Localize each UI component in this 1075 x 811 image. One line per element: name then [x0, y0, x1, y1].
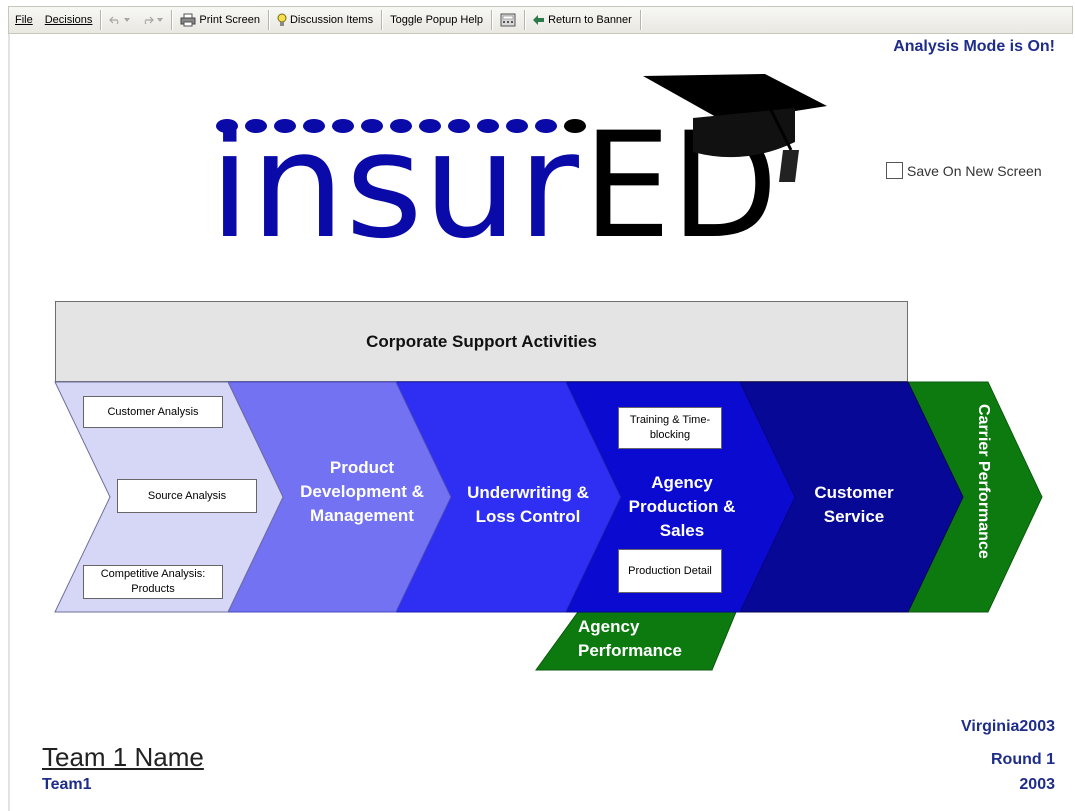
print-screen-button[interactable]: Print Screen — [174, 7, 266, 33]
agency-production-label: Agency Production & Sales — [602, 471, 762, 543]
file-menu-label: File — [15, 14, 33, 26]
calculator-icon — [500, 13, 516, 27]
printer-icon — [180, 13, 196, 27]
underwriting-line2: Loss Control — [475, 507, 581, 526]
competitive-analysis-label-line2: Products — [131, 583, 175, 595]
product-development-line1: Product — [329, 458, 395, 477]
agency-performance-label: Agency Performance — [578, 615, 718, 663]
production-detail-box[interactable]: Production Detail — [618, 549, 722, 593]
toolbar-separator — [100, 10, 102, 30]
training-line1: Training & Time- — [629, 414, 711, 426]
checkbox-box[interactable] — [886, 162, 903, 179]
redo-dropdown-icon — [157, 18, 164, 22]
year-label: 2003 — [1019, 776, 1055, 793]
return-to-banner-label: Return to Banner — [548, 14, 632, 26]
scenario-name: Virginia2003 — [961, 718, 1055, 735]
insured-logo: insur ED — [209, 74, 827, 250]
customer-analysis-label: Customer Analysis — [107, 405, 199, 418]
toolbar-separator — [524, 10, 526, 30]
team-id: Team1 — [42, 776, 92, 793]
toolbar-separator — [491, 10, 493, 30]
training-timeblocking-box[interactable]: Training & Time- blocking — [618, 407, 722, 449]
team-name: Team 1 Name — [42, 742, 204, 772]
product-development-line2: Development & — [300, 482, 424, 501]
undo-dropdown-icon — [124, 18, 131, 22]
logo-insur: insur — [209, 101, 580, 250]
save-on-new-screen-checkbox[interactable]: Save On New Screen — [886, 162, 1042, 179]
product-development-label: Product Development & Management — [282, 456, 442, 528]
agency-production-line2: Production & — [628, 497, 736, 516]
save-on-new-screen-label: Save On New Screen — [907, 162, 1042, 179]
corporate-support-activities[interactable]: Corporate Support Activities — [55, 301, 908, 382]
source-analysis-label: Source Analysis — [147, 489, 227, 502]
underwriting-label: Underwriting & Loss Control — [448, 481, 608, 529]
toggle-popup-help-button[interactable]: Toggle Popup Help — [384, 7, 489, 33]
discussion-items-button[interactable]: Discussion Items — [271, 7, 379, 33]
lightbulb-icon — [277, 13, 287, 26]
agency-performance-line1: Agency — [578, 617, 640, 636]
product-development-line3: Management — [310, 506, 414, 525]
customer-service-line1: Customer — [814, 483, 894, 502]
discussion-items-label: Discussion Items — [289, 14, 374, 26]
agency-production-line3: Sales — [659, 521, 705, 540]
customer-analysis-box[interactable]: Customer Analysis — [83, 396, 223, 428]
left-border — [8, 34, 10, 811]
toolbar-separator — [267, 10, 269, 30]
toolbar-strip: File Decisions Print Screen Discussion I… — [8, 6, 1073, 34]
back-arrow-icon — [533, 15, 545, 25]
source-analysis-box[interactable]: Source Analysis — [117, 479, 257, 513]
customer-service-label: Customer Service — [774, 481, 934, 529]
round-label: Round 1 — [991, 751, 1055, 768]
underwriting-line1: Underwriting & — [467, 483, 589, 502]
competitive-analysis-box[interactable]: Competitive Analysis: Products — [83, 565, 223, 599]
file-menu[interactable]: File — [9, 7, 39, 33]
redo-button[interactable] — [136, 7, 169, 33]
toolbar-separator — [381, 10, 383, 30]
toolbar: File Decisions Print Screen Discussion I… — [0, 0, 1075, 36]
agency-production-line1: Agency — [651, 473, 713, 492]
toolbar-separator — [639, 10, 641, 30]
decisions-menu-label: Decisions — [44, 14, 93, 26]
redo-icon — [145, 16, 155, 25]
undo-button[interactable] — [103, 7, 136, 33]
customer-service-line2: Service — [823, 507, 885, 526]
toggle-popup-help-label: Toggle Popup Help — [390, 14, 484, 26]
decisions-menu[interactable]: Decisions — [39, 7, 99, 33]
competitive-analysis-label-line1: Competitive Analysis: — [100, 568, 206, 580]
undo-icon — [109, 16, 119, 25]
calculator-button[interactable] — [494, 7, 522, 33]
corporate-support-label: Corporate Support Activities — [366, 331, 597, 351]
print-screen-label: Print Screen — [199, 14, 260, 26]
production-detail-label: Production Detail — [628, 564, 712, 577]
toolbar-separator — [171, 10, 173, 30]
analysis-mode-status: Analysis Mode is On! — [893, 38, 1055, 55]
agency-performance-line2: Performance — [578, 641, 682, 660]
carrier-performance-label: Carrier Performance — [975, 404, 992, 559]
return-to-banner-button[interactable]: Return to Banner — [527, 7, 638, 33]
training-line2: blocking — [649, 429, 691, 441]
